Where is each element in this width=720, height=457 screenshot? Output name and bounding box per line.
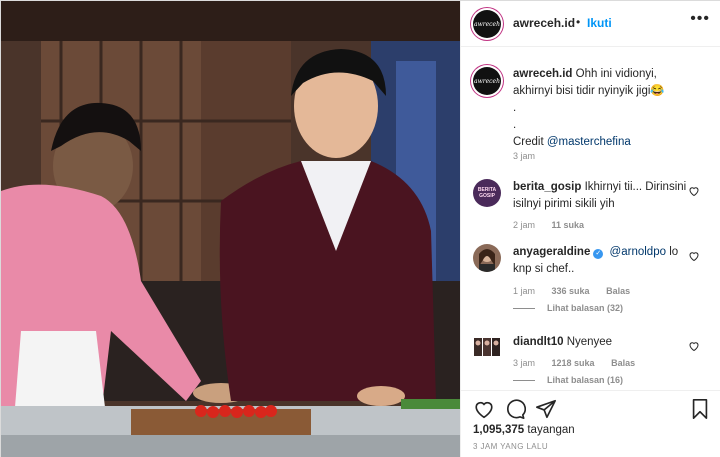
caption-time[interactable]: 3 jam	[513, 151, 535, 161]
post-video[interactable]	[1, 1, 460, 457]
avatar-photo	[479, 249, 495, 272]
post-header: awreceh awreceh.id • Ikuti •••	[461, 1, 720, 47]
avatar-photo	[474, 338, 500, 356]
view-count-label: tayangan	[524, 424, 575, 436]
comment-likes[interactable]: 11 suka	[552, 220, 585, 230]
header-separator: •	[576, 15, 581, 29]
instagram-post: awreceh awreceh.id • Ikuti ••• awreceh a…	[0, 0, 720, 457]
commenter-avatar[interactable]	[473, 244, 501, 272]
comment-text: Nyenyee	[566, 336, 613, 348]
comment-time[interactable]: 2 jam	[513, 220, 535, 230]
author-username[interactable]: awreceh.id	[513, 16, 575, 30]
share-icon[interactable]	[535, 398, 557, 420]
caption-avatar[interactable]: awreceh	[473, 67, 501, 95]
comment-time[interactable]: 3 jam	[513, 358, 535, 368]
post-sidebar: awreceh awreceh.id • Ikuti ••• awreceh a…	[460, 1, 720, 457]
reply-button[interactable]: Balas	[606, 286, 630, 296]
reply-button[interactable]: Balas	[611, 358, 635, 368]
caption-dot-2: .	[513, 119, 517, 131]
comment-meta: 1 jam 336 suka Balas	[513, 286, 644, 296]
comment-meta: 3 jam 1218 suka Balas	[513, 358, 649, 368]
avatar-logo: awreceh	[474, 20, 500, 28]
verified-badge-icon: ✓	[593, 249, 604, 259]
caption-text-block: awreceh.id Ohh ini vidionyi, akhirnyi bi…	[513, 66, 691, 151]
comment-time[interactable]: 1 jam	[513, 286, 535, 296]
follow-button[interactable]: Ikuti	[587, 16, 612, 30]
comment-mention-link[interactable]: @arnoldpo	[610, 246, 666, 258]
comment-username[interactable]: anyageraldine	[513, 246, 590, 258]
comment-icon[interactable]	[504, 398, 526, 420]
comment-like-heart-icon[interactable]	[688, 250, 700, 262]
more-options-icon[interactable]: •••	[690, 10, 710, 28]
comment-like-heart-icon[interactable]	[688, 185, 700, 197]
comment-username[interactable]: diandlt10	[513, 336, 563, 348]
view-count[interactable]: 1,095,375 tayangan	[473, 424, 575, 436]
author-avatar[interactable]: awreceh	[473, 10, 501, 38]
commenter-avatar[interactable]	[473, 334, 501, 362]
caption-dot-1: .	[513, 102, 517, 114]
commenter-avatar-logo: BERITA GOSIP	[477, 187, 497, 199]
comment-likes[interactable]: 336 suka	[552, 286, 590, 296]
caption-username[interactable]: awreceh.id	[513, 68, 572, 80]
commenter-avatar[interactable]: BERITA GOSIP	[473, 179, 501, 207]
comment-text-block: anyageraldine ✓ @arnoldpo lo knp si chef.…	[513, 244, 691, 278]
heart-icon[interactable]	[473, 398, 495, 420]
comment-meta: 2 jam 11 suka	[513, 220, 598, 230]
view-replies-button[interactable]: Lihat balasan (16)	[513, 375, 623, 385]
video-frame	[1, 1, 460, 457]
bookmark-icon[interactable]	[689, 398, 711, 420]
credit-mention-link[interactable]: @masterchefina	[547, 136, 631, 148]
comments-list[interactable]: awreceh awreceh.id Ohh ini vidionyi, akh…	[461, 48, 720, 390]
comment-text-block: diandlt10 Nyenyee	[513, 334, 691, 351]
caption-avatar-logo: awreceh	[474, 77, 500, 85]
post-actions: 1,095,375 tayangan 3 JAM YANG LALU	[461, 390, 720, 457]
caption-meta: 3 jam	[513, 151, 549, 161]
comment-username[interactable]: berita_gosip	[513, 181, 581, 193]
caption-credit: Credit @masterchefina	[513, 134, 691, 151]
comment-likes[interactable]: 1218 suka	[552, 358, 595, 368]
credit-prefix: Credit	[513, 136, 547, 148]
comment-like-heart-icon[interactable]	[688, 340, 700, 352]
comment-text-block: berita_gosip Ikhirnyi tii... Dirinsini i…	[513, 179, 691, 213]
post-timestamp[interactable]: 3 JAM YANG LALU	[473, 442, 548, 451]
view-replies-button[interactable]: Lihat balasan (32)	[513, 303, 623, 313]
view-count-number: 1,095,375	[473, 424, 525, 436]
